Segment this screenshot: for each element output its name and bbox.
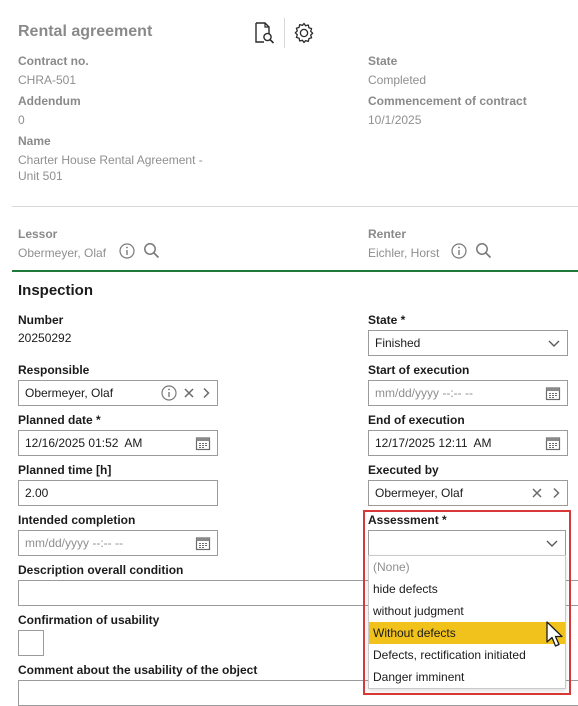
assessment-option-hide-defects[interactable]: hide defects bbox=[369, 578, 565, 600]
intended-placeholder: mm/dd/yyyy --:-- -- bbox=[25, 536, 123, 550]
inspection-title: Inspection bbox=[18, 282, 94, 299]
lessor-label: Lessor bbox=[18, 227, 58, 241]
comment-label: Comment about the usability of the objec… bbox=[18, 663, 258, 677]
contract-state-value: Completed bbox=[368, 73, 427, 87]
contract-state-label: State bbox=[368, 54, 398, 68]
planned-time-input[interactable]: 2.00 bbox=[18, 480, 218, 506]
executed-by-value: Obermeyer, Olaf bbox=[375, 486, 464, 500]
addendum-value: 0 bbox=[18, 113, 25, 127]
end-label: End of execution bbox=[368, 413, 465, 427]
end-datetime-input[interactable]: 12/17/2025 12:11 AM bbox=[368, 430, 568, 456]
intended-completion-label: Intended completion bbox=[18, 513, 136, 527]
calendar-icon[interactable] bbox=[545, 385, 561, 401]
commencement-label: Commencement of contract bbox=[368, 94, 527, 108]
section-divider bbox=[12, 206, 578, 207]
contract-no-value: CHRA-501 bbox=[18, 73, 77, 87]
assessment-option-danger-imminent[interactable]: Danger imminent bbox=[369, 666, 565, 688]
page-title: Rental agreement bbox=[18, 23, 153, 40]
planned-date-input[interactable]: 12/16/2025 01:52 AM bbox=[18, 430, 218, 456]
assessment-option-without-defects[interactable]: Without defects bbox=[369, 622, 565, 644]
intended-completion-input[interactable]: mm/dd/yyyy --:-- -- bbox=[18, 530, 218, 556]
responsible-field[interactable]: Obermeyer, Olaf bbox=[18, 380, 218, 406]
name-label: Name bbox=[18, 134, 51, 148]
chevron-down-icon bbox=[546, 540, 558, 547]
renter-label: Renter bbox=[368, 227, 407, 241]
calendar-icon[interactable] bbox=[545, 435, 561, 451]
confirmation-checkbox[interactable] bbox=[18, 630, 44, 656]
start-label: Start of execution bbox=[368, 363, 470, 377]
confirmation-label: Confirmation of usability bbox=[18, 613, 160, 627]
chevron-down-icon bbox=[548, 340, 560, 347]
calendar-icon[interactable] bbox=[195, 435, 211, 451]
description-label: Description overall condition bbox=[18, 563, 184, 577]
planned-date-label: Planned date * bbox=[18, 413, 101, 427]
document-search-icon[interactable] bbox=[252, 20, 276, 46]
renter-info-icon[interactable] bbox=[450, 242, 468, 260]
assessment-dropdown-list: (None) hide defects without judgment Wit… bbox=[368, 555, 566, 689]
state-select-value: Finished bbox=[375, 336, 421, 350]
state-select[interactable]: Finished bbox=[368, 330, 568, 356]
executed-by-label: Executed by bbox=[368, 463, 439, 477]
number-value: 20250292 bbox=[18, 331, 72, 345]
end-value: 12/17/2025 12:11 AM bbox=[375, 436, 492, 450]
mouse-cursor-icon bbox=[546, 621, 568, 651]
executed-by-clear-icon[interactable] bbox=[531, 487, 543, 499]
assessment-select[interactable] bbox=[368, 530, 566, 556]
renter-value: Eichler, Horst bbox=[368, 246, 440, 260]
planned-time-label: Planned time [h] bbox=[18, 463, 112, 477]
responsible-info-icon[interactable] bbox=[161, 385, 177, 401]
assessment-option-defects-rectification[interactable]: Defects, rectification initiated bbox=[369, 644, 565, 666]
lessor-value: Obermeyer, Olaf bbox=[18, 246, 107, 260]
start-placeholder: mm/dd/yyyy --:-- -- bbox=[375, 386, 473, 400]
planned-time-value: 2.00 bbox=[25, 486, 49, 500]
number-label: Number bbox=[18, 313, 64, 327]
assessment-option-without-judgment[interactable]: without judgment bbox=[369, 600, 565, 622]
inspection-section-rule bbox=[12, 270, 578, 272]
contract-no-label: Contract no. bbox=[18, 54, 89, 68]
lessor-info-icon[interactable] bbox=[118, 242, 136, 260]
name-value-line1: Charter House Rental Agreement - bbox=[18, 153, 203, 167]
responsible-open-icon[interactable] bbox=[201, 387, 211, 399]
state-label: State * bbox=[368, 313, 406, 327]
header-separator bbox=[284, 18, 285, 48]
planned-date-value: 12/16/2025 01:52 AM bbox=[25, 436, 143, 450]
start-datetime-input[interactable]: mm/dd/yyyy --:-- -- bbox=[368, 380, 568, 406]
executed-by-field[interactable]: Obermeyer, Olaf bbox=[368, 480, 568, 506]
calendar-icon[interactable] bbox=[195, 535, 211, 551]
assessment-label: Assessment * bbox=[368, 513, 447, 527]
executed-by-open-icon[interactable] bbox=[551, 487, 561, 499]
commencement-value: 10/1/2025 bbox=[368, 113, 422, 127]
responsible-label: Responsible bbox=[18, 363, 90, 377]
name-value-line2: Unit 501 bbox=[18, 169, 63, 183]
gear-icon[interactable] bbox=[291, 20, 317, 46]
addendum-label: Addendum bbox=[18, 94, 81, 108]
responsible-value: Obermeyer, Olaf bbox=[25, 386, 114, 400]
assessment-option-none[interactable]: (None) bbox=[369, 556, 565, 578]
renter-search-icon[interactable] bbox=[474, 241, 492, 259]
lessor-search-icon[interactable] bbox=[142, 241, 160, 259]
responsible-clear-icon[interactable] bbox=[183, 387, 195, 399]
